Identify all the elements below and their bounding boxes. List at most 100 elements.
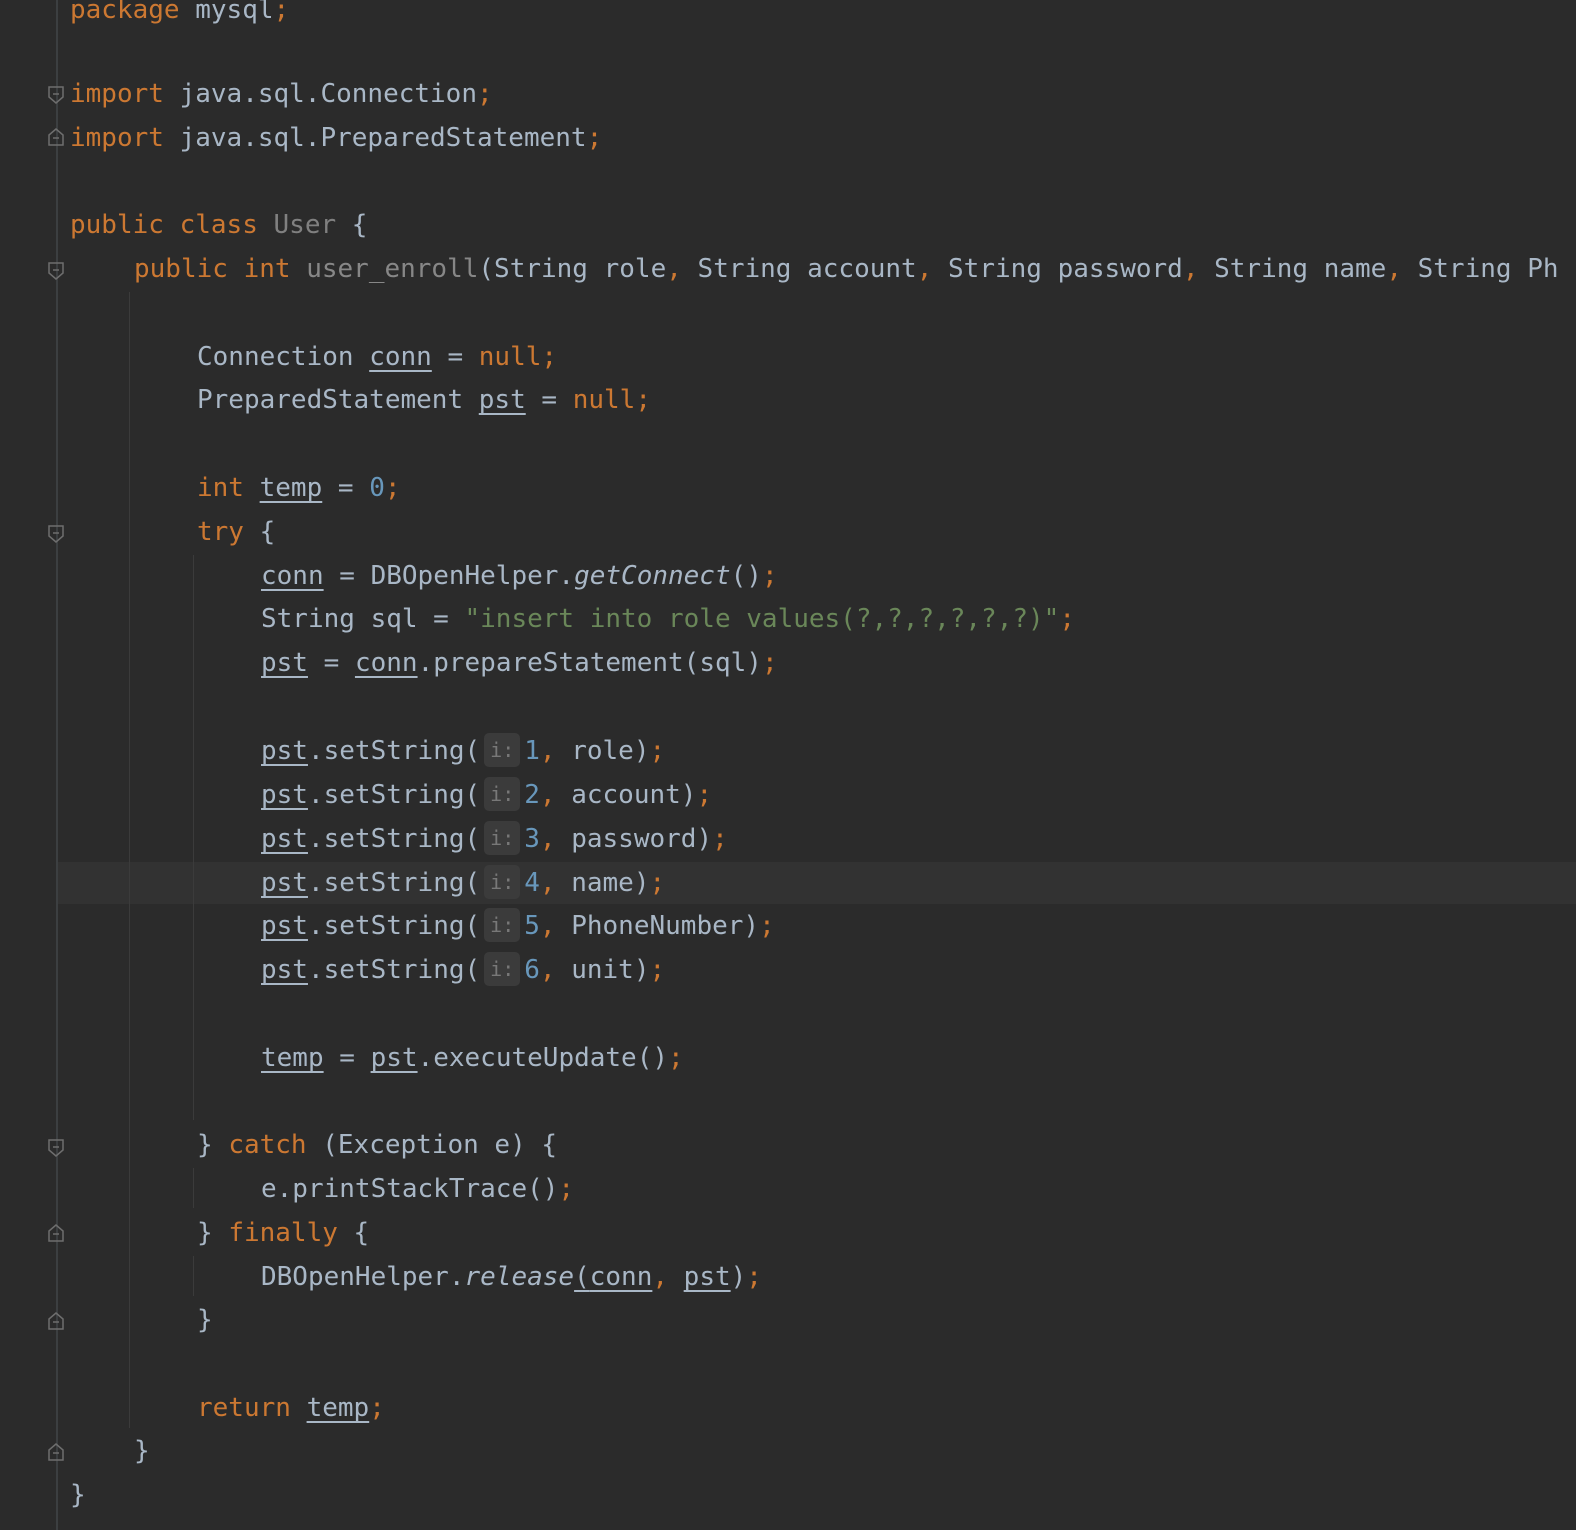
- punctuation: ;: [649, 868, 666, 898]
- code-line[interactable]: pst.setString(i: 4, name);: [261, 863, 665, 903]
- code-line[interactable]: try {: [197, 512, 275, 552]
- number-literal: 3: [524, 824, 540, 854]
- code-editor[interactable]: package mysql; import java.sql.Connectio…: [0, 0, 1576, 1530]
- punctuation: ;: [649, 736, 666, 766]
- fold-close-icon[interactable]: [48, 1312, 64, 1330]
- code-text: DBOpenHelper.: [261, 1262, 465, 1292]
- code-line[interactable]: } catch (Exception e) {: [197, 1125, 557, 1165]
- variable: conn: [354, 648, 418, 678]
- parameter-hint: i:: [484, 865, 521, 899]
- fold-close-icon[interactable]: [48, 1224, 64, 1242]
- code-text: {: [337, 1218, 370, 1248]
- keyword: finally: [228, 1218, 338, 1248]
- code-line[interactable]: e.printStackTrace();: [261, 1169, 574, 1209]
- code-line[interactable]: }: [70, 1475, 86, 1515]
- punctuation: ,: [666, 254, 682, 284]
- code-line[interactable]: DBOpenHelper.release(conn, pst);: [261, 1257, 762, 1297]
- code-line[interactable]: public int user_enroll(String role, Stri…: [134, 249, 1559, 289]
- code-text: .setString(: [307, 911, 481, 941]
- punctuation: ,: [916, 254, 933, 284]
- code-text: String name: [1198, 254, 1387, 284]
- static-method: release: [464, 1262, 575, 1292]
- type-name: PreparedStatement: [197, 385, 479, 415]
- indent-guide: [193, 1256, 194, 1296]
- fold-open-icon[interactable]: [48, 86, 64, 104]
- code-text: ): [730, 1262, 747, 1292]
- number-literal: 2: [524, 780, 540, 810]
- keyword: public: [70, 210, 164, 240]
- code-text: name): [555, 868, 650, 898]
- code-line[interactable]: pst.setString(i: 5, PhoneNumber);: [261, 906, 775, 946]
- code-line[interactable]: import java.sql.PreparedStatement;: [70, 118, 602, 158]
- code-line[interactable]: PreparedStatement pst = null;: [197, 380, 651, 420]
- code-line[interactable]: import java.sql.Connection;: [70, 74, 493, 114]
- variable: pst: [683, 1262, 731, 1292]
- code-text: unit): [555, 955, 650, 985]
- type-name: Connection: [197, 342, 370, 372]
- code-text: .setString(: [307, 736, 481, 766]
- punctuation: ,: [1182, 254, 1199, 284]
- keyword: import: [70, 79, 164, 109]
- code-line[interactable]: int temp = 0;: [197, 468, 401, 508]
- code-line[interactable]: pst.setString(i: 3, password);: [261, 819, 728, 859]
- punctuation: ;: [369, 1393, 385, 1423]
- punctuation: ;: [273, 0, 290, 25]
- code-text: {: [243, 517, 276, 547]
- variable: conn: [369, 342, 432, 372]
- punctuation: ,: [539, 824, 556, 854]
- variable: pst: [261, 780, 308, 810]
- number-literal: 6: [524, 955, 540, 985]
- code-line[interactable]: pst.setString(i: 6, unit);: [261, 950, 665, 990]
- code-text: account): [555, 780, 697, 810]
- parameter-hint: i:: [484, 777, 521, 811]
- code-text: }: [70, 1480, 86, 1510]
- code-text: =: [322, 473, 370, 503]
- code-line[interactable]: package mysql;: [70, 0, 289, 30]
- punctuation: ,: [539, 911, 556, 941]
- code-line[interactable]: conn = DBOpenHelper.getConnect();: [261, 556, 778, 596]
- code-text: (): [730, 561, 762, 591]
- keyword: try: [197, 517, 244, 547]
- code-line[interactable]: pst.setString(i: 2, account);: [261, 775, 712, 815]
- variable: temp: [261, 1043, 324, 1073]
- code-text: =: [525, 385, 573, 415]
- indent-guide: [129, 292, 130, 1428]
- code-line[interactable]: String sql = "insert into role values(?,…: [261, 599, 1075, 639]
- code-line[interactable]: } finally {: [197, 1213, 369, 1253]
- keyword: catch: [228, 1130, 307, 1160]
- static-method: getConnect: [574, 561, 731, 591]
- code-text: .setString(: [307, 824, 481, 854]
- punctuation: ;: [477, 79, 493, 109]
- variable: pst: [261, 911, 308, 941]
- code-text: =: [431, 342, 479, 372]
- punctuation: ;: [761, 561, 778, 591]
- code-line[interactable]: return temp;: [197, 1388, 385, 1428]
- fold-open-icon[interactable]: [48, 525, 64, 543]
- code-line[interactable]: public class User {: [70, 205, 367, 245]
- code-text: e.printStackTrace(): [261, 1174, 559, 1204]
- parameter-hint: i:: [484, 908, 521, 942]
- punctuation: ;: [761, 648, 778, 678]
- code-text: }: [134, 1436, 150, 1466]
- code-text: .executeUpdate(): [417, 1043, 669, 1073]
- code-line[interactable]: }: [134, 1431, 150, 1471]
- code-line[interactable]: pst = conn.prepareStatement(sql);: [261, 643, 778, 683]
- keyword: null: [572, 385, 636, 415]
- code-line[interactable]: }: [197, 1300, 213, 1340]
- punctuation: ,: [1386, 254, 1402, 284]
- variable: pst: [261, 955, 308, 985]
- code-line[interactable]: temp = pst.executeUpdate();: [261, 1038, 684, 1078]
- keyword: null: [478, 342, 542, 372]
- fold-open-icon[interactable]: [48, 262, 64, 280]
- number-literal: 1: [524, 736, 540, 766]
- code-line[interactable]: Connection conn = null;: [197, 337, 557, 377]
- keyword: return: [197, 1393, 291, 1423]
- class-name: User: [273, 210, 337, 240]
- punctuation: ;: [586, 123, 603, 153]
- code-line[interactable]: pst.setString(i: 1, role);: [261, 731, 665, 771]
- fold-close-icon[interactable]: [48, 128, 64, 146]
- fold-open-icon[interactable]: [48, 1139, 64, 1157]
- fold-close-icon[interactable]: [48, 1443, 64, 1461]
- code-text: =: [323, 1043, 371, 1073]
